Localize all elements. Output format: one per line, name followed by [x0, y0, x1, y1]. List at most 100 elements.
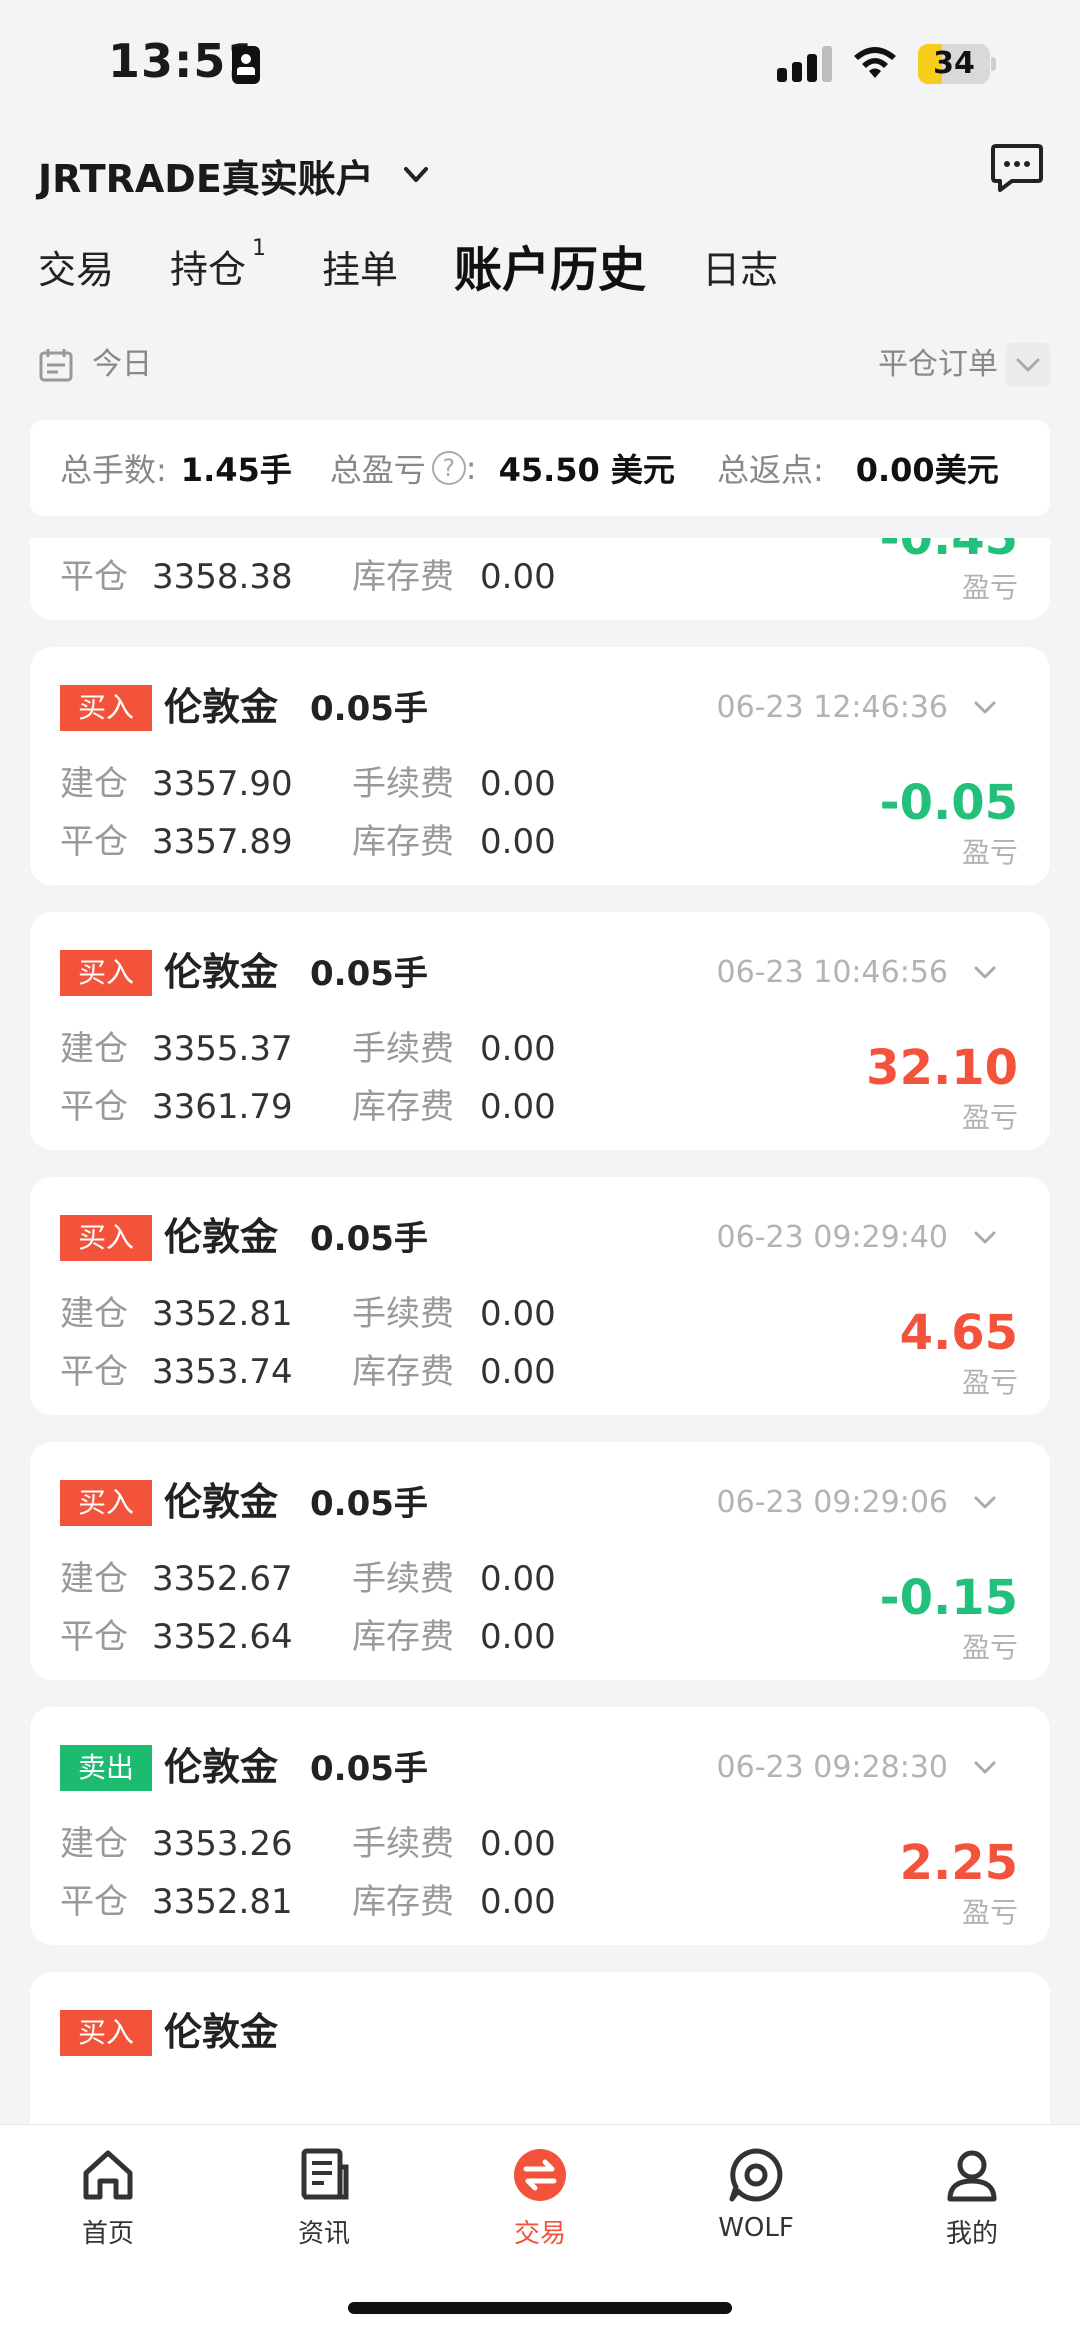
calendar-icon[interactable] — [38, 347, 74, 383]
help-icon[interactable]: ? — [431, 451, 466, 485]
commission-value: 0.00 — [480, 764, 556, 804]
symbol-name: 伦敦金 — [164, 2010, 279, 2054]
symbol-name: 伦敦金 — [164, 1215, 279, 1259]
wifi-icon — [854, 47, 896, 78]
account-title: JRTRADE真实账户 — [38, 156, 374, 201]
commission-value: 0.00 — [480, 538, 556, 544]
account-selector[interactable]: JRTRADE真实账户 — [38, 140, 436, 210]
nav-item-trade[interactable]: 交易 — [460, 2145, 620, 2255]
filter-row: 今日 平仓订单 — [38, 343, 1050, 387]
swap-label: 库存费 — [352, 1617, 454, 1657]
side-badge: 买入 — [60, 2010, 152, 2056]
swap-value: 0.00 — [480, 1352, 556, 1392]
pnl-label: 盈亏 — [961, 1896, 1018, 1929]
close-price: 3353.74 — [152, 1352, 293, 1392]
pnl-label: 盈亏 — [961, 1101, 1018, 1134]
commission-label: 手续费 — [352, 1824, 454, 1864]
order-card[interactable]: 卖出 伦敦金 0.05手 06-23 09:28:30 建仓 3353.26 手续费 0.00… — [30, 1707, 1050, 1945]
order-card[interactable]: 买入 伦敦金 0.05手 06-23 09:29:06 建仓 3352.67 手续费 0.00… — [30, 1442, 1050, 1680]
order-type-filter[interactable]: 平仓订单 — [878, 345, 998, 385]
tab-count-badge: 1 — [252, 236, 267, 262]
nav-item-wolf[interactable]: WOLF — [676, 2145, 836, 2255]
side-badge: 买入 — [60, 685, 152, 731]
nav-item-me[interactable]: 我的 — [892, 2145, 1052, 2255]
close-price: 3361.79 — [152, 1087, 293, 1127]
chevron-down-icon[interactable] — [970, 695, 1000, 721]
close-price: 3358.38 — [152, 557, 293, 597]
open-label: 建仓 — [60, 1559, 128, 1599]
order-volume: 0.05手 — [310, 1484, 428, 1524]
swap-label: 库存费 — [352, 1087, 454, 1127]
nav-item-news[interactable]: 资讯 — [244, 2145, 404, 2255]
order-time: 06-23 12:46:36 — [716, 690, 948, 725]
chevron-down-icon[interactable] — [970, 1490, 1000, 1516]
order-card[interactable]: 买入 伦敦金 — [30, 1972, 1050, 2124]
order-list[interactable]: 买入伦敦金0.05手06-23 12:50:19建仓3358.47手续费0.00… — [0, 538, 1080, 2124]
swap-label: 库存费 — [352, 557, 454, 597]
pnl-value: -0.45 — [879, 538, 1018, 566]
open-price: 3357.90 — [152, 764, 293, 804]
nav-label: 交易 — [513, 2219, 566, 2249]
pnl-label: 盈亏 — [961, 836, 1018, 869]
tab-positions[interactable]: 持仓 1 — [170, 233, 266, 300]
open-label: 建仓 — [60, 1029, 128, 1069]
trade-icon — [460, 2145, 620, 2205]
order-card[interactable]: 买入 伦敦金 0.05手 06-23 12:46:36 建仓 3357.90 手续费 0.00… — [30, 647, 1050, 885]
order-volume: 0.05手 — [310, 954, 428, 994]
date-filter[interactable]: 今日 — [92, 345, 152, 385]
nav-item-home[interactable]: 首页 — [28, 2145, 188, 2255]
commission-value: 0.00 — [480, 1824, 556, 1864]
open-price: 3352.81 — [152, 1294, 293, 1334]
order-time: 06-23 10:46:56 — [716, 955, 948, 990]
tab-pending[interactable]: 挂单 — [322, 240, 398, 300]
swap-value: 0.00 — [480, 1087, 556, 1127]
close-label: 平仓 — [60, 1882, 128, 1922]
home-icon — [28, 2145, 188, 2205]
order-card[interactable]: 买入 伦敦金 0.05手 06-23 10:46:56 建仓 3355.37 手续费 0.00… — [30, 912, 1050, 1150]
close-label: 平仓 — [60, 1352, 128, 1392]
symbol-name: 伦敦金 — [164, 1745, 279, 1789]
pnl-label: 盈亏 — [961, 1366, 1018, 1399]
tab-label: 日志 — [702, 248, 779, 292]
order-volume: 0.05手 — [310, 689, 428, 729]
swap-label: 库存费 — [352, 822, 454, 862]
close-price: 3352.81 — [152, 1882, 293, 1922]
status-bar: 13:51 34 — [0, 0, 1080, 130]
close-price: 3357.89 — [152, 822, 293, 862]
open-price: 3353.26 — [152, 1824, 293, 1864]
order-volume: 0.05手 — [310, 1219, 428, 1259]
swap-label: 库存费 — [352, 1882, 454, 1922]
chat-icon[interactable] — [990, 142, 1044, 194]
open-price: 3352.67 — [152, 1559, 293, 1599]
signal-icon — [777, 46, 833, 82]
nav-label: 我的 — [945, 2219, 998, 2249]
total-rebate-value: 0.00美元 — [855, 451, 999, 489]
chevron-down-icon[interactable] — [970, 1225, 1000, 1251]
close-label: 平仓 — [60, 557, 128, 597]
tab-history[interactable]: 账户历史 — [454, 240, 646, 300]
tab-label: 交易 — [38, 248, 115, 292]
nav-label: WOLF — [718, 2213, 794, 2243]
battery-icon: 34 — [918, 44, 996, 84]
side-badge: 买入 — [60, 1215, 152, 1261]
total-lots-value: 1.45手 — [180, 451, 292, 489]
commission-label: 手续费 — [352, 1294, 454, 1334]
tab-label: 账户历史 — [454, 242, 647, 298]
chevron-down-icon[interactable] — [970, 960, 1000, 986]
chat-bubble-icon — [676, 2145, 836, 2205]
close-label: 平仓 — [60, 1617, 128, 1657]
order-time: 06-23 09:29:40 — [716, 1220, 948, 1255]
swap-value: 0.00 — [480, 1882, 556, 1922]
news-icon — [244, 2145, 404, 2205]
swap-label: 库存费 — [352, 1352, 454, 1392]
close-label: 平仓 — [60, 1087, 128, 1127]
side-badge: 买入 — [60, 1480, 152, 1526]
tab-log[interactable]: 日志 — [702, 240, 778, 300]
order-card[interactable]: 买入伦敦金0.05手06-23 12:50:19建仓3358.47手续费0.00… — [30, 538, 1050, 620]
symbol-name: 伦敦金 — [164, 950, 279, 994]
symbol-name: 伦敦金 — [164, 685, 279, 729]
chevron-down-icon[interactable] — [970, 1755, 1000, 1781]
tab-trade[interactable]: 交易 — [38, 240, 114, 300]
order-card[interactable]: 买入 伦敦金 0.05手 06-23 09:29:40 建仓 3352.81 手续费 0.00… — [30, 1177, 1050, 1415]
chevron-down-icon[interactable] — [1006, 343, 1050, 387]
